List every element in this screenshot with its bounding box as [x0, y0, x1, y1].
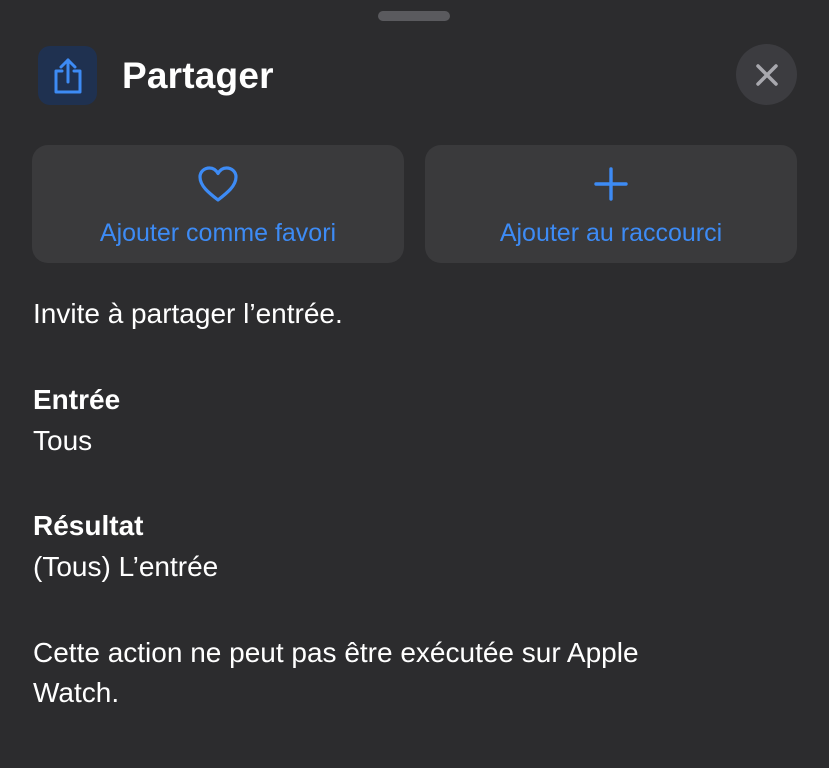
close-icon	[755, 63, 778, 86]
input-heading: Entrée	[33, 384, 121, 415]
add-favorite-button[interactable]: Ajouter comme favori	[32, 145, 404, 263]
close-button[interactable]	[736, 44, 797, 105]
apple-watch-note: Cette action ne peut pas être exécutée s…	[33, 637, 639, 708]
heart-icon	[195, 163, 241, 205]
plus-icon	[588, 163, 634, 205]
action-detail-sheet: Partager Ajouter comme favori Ajouter au…	[0, 0, 829, 768]
result-heading: Résultat	[33, 510, 144, 541]
add-to-shortcut-label: Ajouter au raccourci	[499, 219, 723, 247]
add-to-shortcut-button[interactable]: Ajouter au raccourci	[425, 145, 797, 263]
result-value: (Tous) L’entrée	[33, 551, 219, 582]
action-description: Invite à partager l’entrée.	[33, 298, 343, 329]
input-value: Tous	[33, 425, 93, 456]
sheet-grabber[interactable]	[378, 11, 450, 21]
share-icon	[38, 46, 97, 105]
add-favorite-label: Ajouter comme favori	[99, 219, 337, 247]
page-title: Partager	[122, 55, 274, 96]
